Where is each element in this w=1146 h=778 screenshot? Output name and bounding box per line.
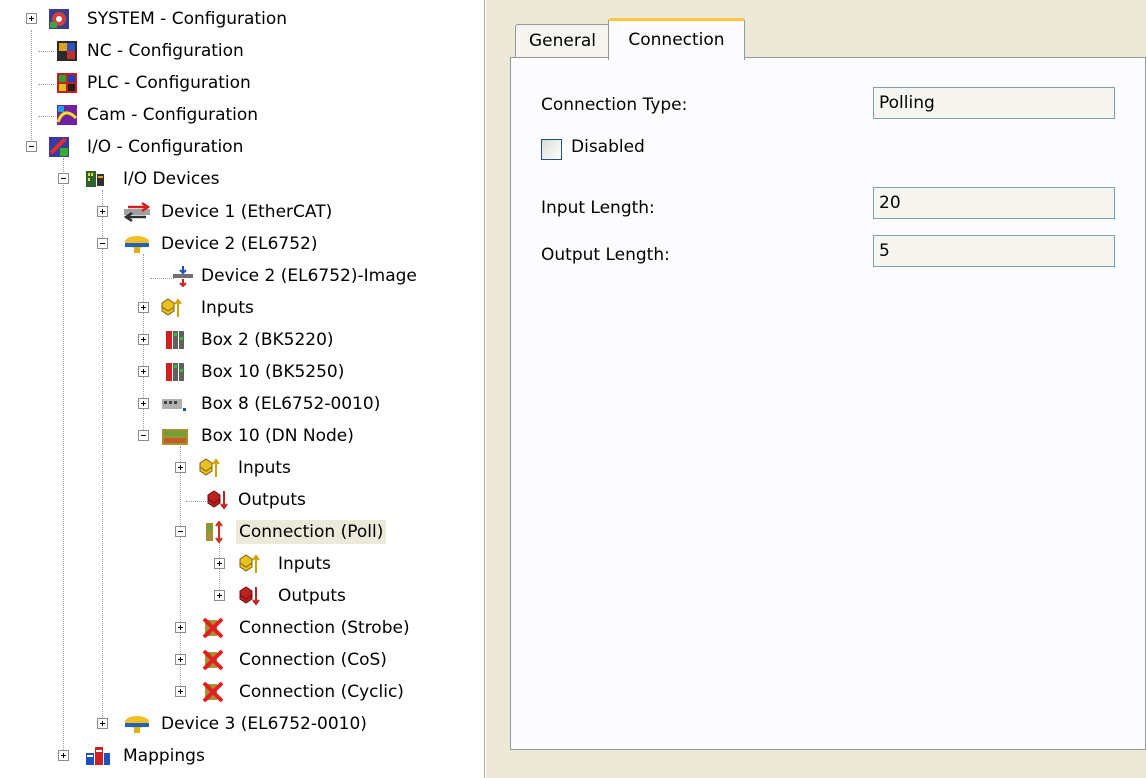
tab-connection[interactable]: Connection bbox=[608, 18, 745, 60]
pane-splitter[interactable] bbox=[484, 0, 502, 778]
bus-coupler-icon bbox=[166, 331, 184, 349]
tree-node-label: Connection (Poll) bbox=[236, 520, 387, 544]
input-length-field[interactable]: 20 bbox=[873, 187, 1115, 219]
expand-icon[interactable] bbox=[138, 398, 149, 409]
tree-node-label: Inputs bbox=[278, 554, 331, 574]
outputs-icon bbox=[239, 586, 260, 606]
splitter-edge bbox=[485, 0, 486, 778]
canopen-device-icon bbox=[125, 716, 149, 733]
tree-node-label: NC - Configuration bbox=[87, 41, 244, 61]
tree-line bbox=[38, 84, 54, 85]
expand-icon[interactable] bbox=[138, 302, 149, 313]
tree-node-label: Inputs bbox=[201, 298, 254, 318]
output-length-field[interactable]: 5 bbox=[873, 235, 1115, 267]
collapse-icon[interactable] bbox=[26, 141, 37, 152]
tree-line bbox=[150, 278, 174, 279]
disabled-checkbox[interactable] bbox=[541, 139, 562, 160]
canopen-device-icon bbox=[125, 236, 149, 253]
tree-node-label: SYSTEM - Configuration bbox=[87, 9, 287, 29]
expand-icon[interactable] bbox=[175, 654, 186, 665]
expand-icon[interactable] bbox=[58, 750, 69, 761]
outputs-icon bbox=[207, 490, 228, 510]
disabled-connection-icon bbox=[202, 649, 224, 671]
connection-tab-panel: Connection Type: Polling Disabled Input … bbox=[510, 57, 1146, 750]
tree-line bbox=[31, 30, 32, 148]
tree-node-label: PLC - Configuration bbox=[87, 73, 251, 93]
disabled-checkbox-label[interactable]: Disabled bbox=[571, 137, 645, 157]
tree-node-label: I/O - Configuration bbox=[87, 137, 244, 157]
expand-icon[interactable] bbox=[26, 13, 37, 24]
io-devices-icon bbox=[86, 171, 104, 187]
nc-icon bbox=[57, 41, 77, 61]
tree-node-label: Box 10 (DN Node) bbox=[201, 426, 354, 446]
bus-coupler-icon bbox=[166, 363, 184, 381]
tree-line bbox=[102, 190, 103, 726]
inputs-icon bbox=[161, 298, 182, 317]
terminal-box-icon bbox=[162, 399, 186, 411]
input-length-label: Input Length: bbox=[541, 198, 655, 218]
tree-node-label: Cam - Configuration bbox=[87, 105, 259, 125]
tree-node-label: Outputs bbox=[238, 490, 306, 510]
cam-icon bbox=[56, 105, 78, 125]
tab-general[interactable]: General bbox=[515, 24, 610, 58]
ethercat-device-icon bbox=[123, 201, 151, 223]
connection-type-label: Connection Type: bbox=[541, 95, 688, 115]
tree-node-label: Device 2 (EL6752)-Image bbox=[201, 266, 417, 286]
connection-icon bbox=[206, 521, 223, 543]
expand-icon[interactable] bbox=[214, 590, 225, 601]
expand-icon[interactable] bbox=[97, 718, 108, 729]
tree-line bbox=[186, 501, 206, 502]
tree-node-label: Device 2 (EL6752) bbox=[161, 234, 318, 254]
tree-node-label: Outputs bbox=[278, 586, 346, 606]
inputs-icon bbox=[239, 554, 260, 573]
tree-node-label: Mappings bbox=[123, 746, 205, 766]
inputs-icon bbox=[199, 458, 220, 477]
connection-type-field[interactable]: Polling bbox=[873, 87, 1115, 119]
tree-node-label: Box 8 (EL6752-0010) bbox=[201, 394, 381, 414]
disabled-connection-icon bbox=[202, 617, 224, 639]
tree-node-label: Connection (Cyclic) bbox=[239, 682, 404, 702]
io-configuration-icon bbox=[49, 137, 69, 157]
expand-icon[interactable] bbox=[175, 462, 186, 473]
properties-pane: General Connection Connection Type: Poll… bbox=[502, 0, 1146, 778]
tree-node-label: Connection (Strobe) bbox=[239, 618, 410, 638]
collapse-icon[interactable] bbox=[58, 173, 69, 184]
tree-node-label: Device 1 (EtherCAT) bbox=[161, 202, 333, 222]
tree-node-label: Box 2 (BK5220) bbox=[201, 330, 334, 350]
expand-icon[interactable] bbox=[175, 686, 186, 697]
devicenet-node-icon bbox=[162, 429, 188, 445]
expand-icon[interactable] bbox=[138, 366, 149, 377]
tree-line bbox=[38, 51, 54, 52]
tree-line bbox=[63, 158, 64, 758]
expand-icon[interactable] bbox=[138, 334, 149, 345]
tree-node-label: I/O Devices bbox=[123, 169, 220, 189]
output-length-label: Output Length: bbox=[541, 245, 670, 265]
mappings-icon bbox=[86, 747, 110, 765]
collapse-icon[interactable] bbox=[138, 430, 149, 441]
tree-view[interactable]: SYSTEM - Configuration NC - Configuratio… bbox=[0, 0, 484, 778]
plc-icon bbox=[57, 73, 77, 93]
tree-node-label: Device 3 (EL6752-0010) bbox=[161, 714, 367, 734]
disabled-connection-icon bbox=[202, 681, 224, 703]
collapse-icon[interactable] bbox=[175, 526, 186, 537]
expand-icon[interactable] bbox=[175, 622, 186, 633]
system-icon bbox=[49, 9, 69, 29]
tree-node-label: Inputs bbox=[238, 458, 291, 478]
tree-node-label: Box 10 (BK5250) bbox=[201, 362, 345, 382]
collapse-icon[interactable] bbox=[97, 238, 108, 249]
expand-icon[interactable] bbox=[97, 206, 108, 217]
image-icon bbox=[173, 266, 193, 287]
expand-icon[interactable] bbox=[214, 558, 225, 569]
tree-line bbox=[143, 254, 144, 438]
tree-node-label: Connection (CoS) bbox=[239, 650, 387, 670]
tree-line bbox=[38, 116, 54, 117]
